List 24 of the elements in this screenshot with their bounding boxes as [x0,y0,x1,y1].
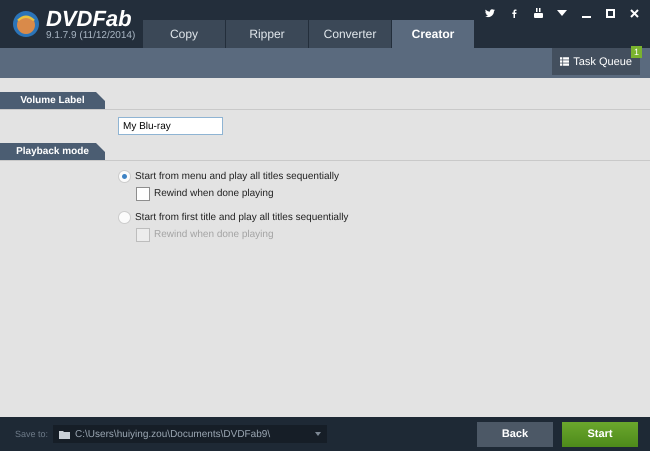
app-name: DVDFab [46,8,133,30]
tab[interactable]: Converter [309,20,391,48]
save-to-label: Save to: [15,429,48,439]
radio-button[interactable] [118,170,131,183]
option-label: Start from first title and play all titles sequentially [135,212,348,223]
list-icon [560,56,570,67]
radio-button[interactable] [118,211,131,224]
checkbox-label: Rewind when done playing [154,229,274,240]
section-heading: Playback mode [0,143,105,160]
checkbox-label: Rewind when done playing [154,188,274,199]
tab[interactable]: Creator [392,20,474,48]
version-text: 9.1.7.9 (11/12/2014) [46,30,136,40]
task-queue-button[interactable]: Task Queue 1 [552,48,640,75]
caret-icon [315,432,322,436]
volume-label-field[interactable]: My Blu-ray [118,117,223,135]
save-path-field[interactable]: C:\Users\huiying.zou\Documents\DVDFab9\ [53,425,328,443]
tab[interactable]: Ripper [226,20,308,48]
count-badge: 1 [630,46,642,58]
section-heading: Volume Label [0,92,105,109]
option-label: Start from menu and play all titles sequentially [135,171,339,182]
checkbox[interactable] [136,186,150,200]
tab[interactable]: Copy [143,20,225,48]
back-button[interactable]: Back [477,422,553,446]
folder-icon [59,430,70,438]
